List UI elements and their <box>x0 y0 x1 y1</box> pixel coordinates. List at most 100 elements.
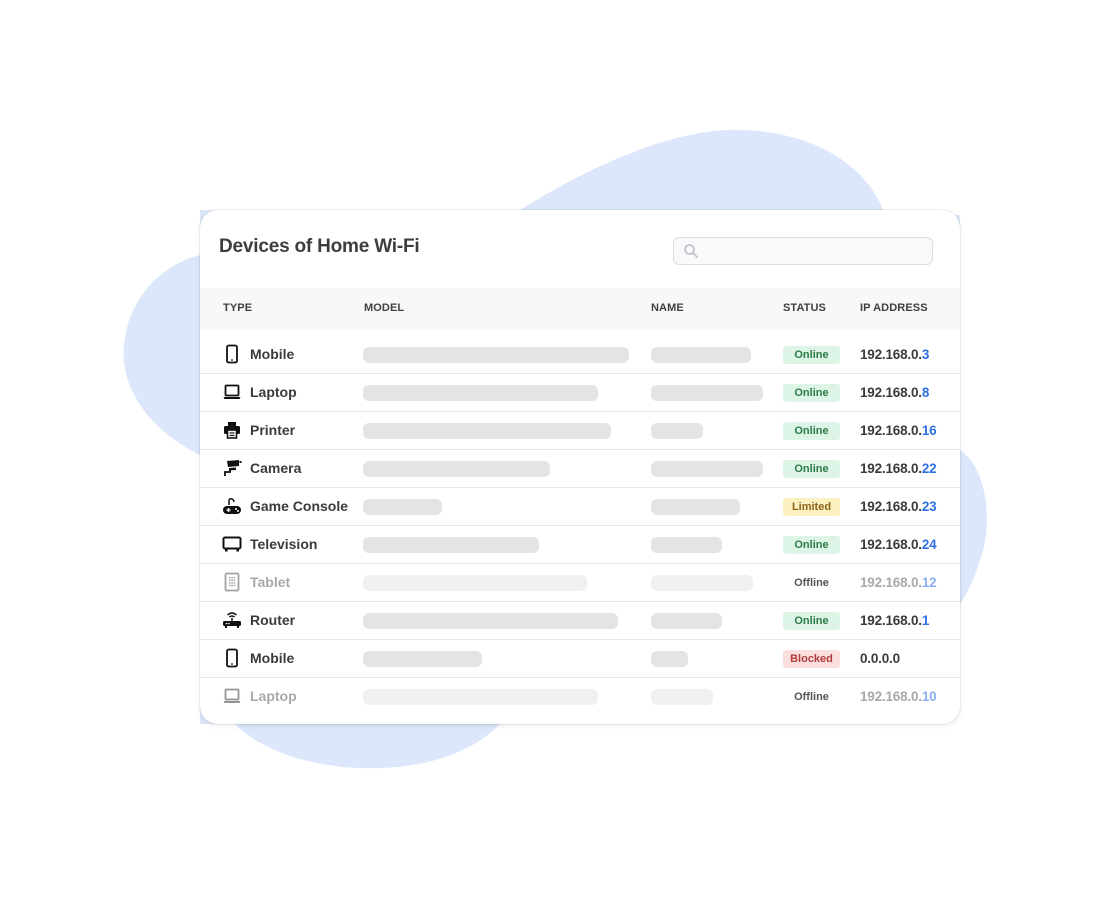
ip-prefix: 192.168.0. <box>860 613 922 628</box>
name-placeholder <box>651 385 763 401</box>
search-input[interactable] <box>673 237 933 265</box>
mobile-icon <box>226 648 238 668</box>
status-badge: Limited <box>783 498 840 516</box>
model-placeholder <box>363 537 539 553</box>
laptop-icon <box>223 688 241 703</box>
ip-suffix: 16 <box>921 423 937 438</box>
table-row[interactable]: Television Online 192.168.0.24 <box>200 526 960 564</box>
device-type: Television <box>250 536 318 552</box>
status-badge: Online <box>783 460 840 478</box>
device-type: Game Console <box>250 498 349 514</box>
table-row[interactable]: Router Online 192.168.0.1 <box>200 602 960 640</box>
table-header: TYPE MODEL NAME STATUS IP ADDRESS <box>200 288 960 330</box>
device-type: Mobile <box>250 346 295 362</box>
laptop-icon <box>223 384 241 399</box>
ip-prefix: 192.168.0. <box>860 461 922 476</box>
model-placeholder <box>363 461 550 477</box>
table-row[interactable]: Mobile Online 192.168.0.3 <box>200 336 960 374</box>
name-placeholder <box>651 575 753 591</box>
status-badge: Online <box>783 612 840 630</box>
table-row[interactable]: Printer Online 192.168.0.16 <box>200 412 960 450</box>
name-placeholder <box>651 423 703 439</box>
table-row[interactable]: Game Console Limited 192.168.0.23 <box>200 488 960 526</box>
column-header-name[interactable]: NAME <box>651 302 684 314</box>
page-title: Devices of Home Wi-Fi <box>219 236 420 257</box>
device-type: Tablet <box>250 574 291 590</box>
device-type: Printer <box>250 422 296 438</box>
model-placeholder <box>363 613 618 629</box>
ip-suffix: 23 <box>921 499 937 514</box>
ip-address: 192.168.0.24 <box>860 537 937 552</box>
ip-address: 192.168.0.3 <box>860 347 929 362</box>
ip-prefix: 192.168.0. <box>860 537 922 552</box>
model-placeholder <box>363 499 442 515</box>
device-type: Camera <box>250 460 302 476</box>
ip-suffix: 12 <box>921 575 937 590</box>
devices-card: Devices of Home Wi-Fi TYPE MODEL NAME ST… <box>200 210 960 724</box>
device-type: Laptop <box>250 688 297 704</box>
game-console-icon <box>223 498 241 514</box>
device-type: Laptop <box>250 384 297 400</box>
ip-suffix: 10 <box>921 689 937 704</box>
ip-suffix: 22 <box>921 461 937 476</box>
status-badge: Online <box>783 346 840 364</box>
ip-prefix: 192.168.0. <box>860 575 922 590</box>
name-placeholder <box>651 613 722 629</box>
printer-icon <box>224 422 240 439</box>
table-row[interactable]: Mobile Blocked 0.0.0.0 <box>200 640 960 678</box>
name-placeholder <box>651 651 688 667</box>
camera-icon <box>224 460 242 476</box>
status-badge: Online <box>783 422 840 440</box>
ip-address: 192.168.0.10 <box>860 689 937 704</box>
model-placeholder <box>363 689 598 705</box>
television-icon <box>222 536 242 552</box>
tablet-icon <box>224 572 240 592</box>
ip-prefix: 0.0.0.0 <box>860 651 900 666</box>
device-type: Router <box>250 612 296 628</box>
model-placeholder <box>363 385 598 401</box>
ip-suffix: 24 <box>921 537 937 552</box>
name-placeholder <box>651 499 740 515</box>
name-placeholder <box>651 537 722 553</box>
model-placeholder <box>363 651 482 667</box>
status-badge: Online <box>783 536 840 554</box>
ip-prefix: 192.168.0. <box>860 499 922 514</box>
table-row[interactable]: Camera Online 192.168.0.22 <box>200 450 960 488</box>
ip-address: 0.0.0.0 <box>860 651 900 666</box>
table-row[interactable]: Laptop Online 192.168.0.8 <box>200 374 960 412</box>
table-row[interactable]: Laptop Offline 192.168.0.10 <box>200 678 960 715</box>
ip-suffix: 8 <box>921 385 930 400</box>
ip-address: 192.168.0.23 <box>860 499 937 514</box>
status-badge: Offline <box>794 577 829 589</box>
table-row[interactable]: Tablet Offline 192.168.0.12 <box>200 564 960 602</box>
router-icon <box>223 612 241 628</box>
ip-prefix: 192.168.0. <box>860 347 922 362</box>
model-placeholder <box>363 575 587 591</box>
model-placeholder <box>363 423 611 439</box>
ip-address: 192.168.0.12 <box>860 575 937 590</box>
ip-prefix: 192.168.0. <box>860 423 922 438</box>
ip-address: 192.168.0.8 <box>860 385 929 400</box>
name-placeholder <box>651 461 763 477</box>
column-header-model[interactable]: MODEL <box>364 302 404 314</box>
ip-address: 192.168.0.1 <box>860 613 929 628</box>
search-icon <box>684 244 698 258</box>
status-badge: Blocked <box>783 650 840 668</box>
column-header-status[interactable]: STATUS <box>783 302 826 314</box>
name-placeholder <box>651 689 713 705</box>
ip-suffix: 3 <box>921 347 930 362</box>
ip-address: 192.168.0.22 <box>860 461 937 476</box>
column-header-type[interactable]: TYPE <box>223 302 252 314</box>
ip-prefix: 192.168.0. <box>860 689 922 704</box>
ip-address: 192.168.0.16 <box>860 423 937 438</box>
ip-prefix: 192.168.0. <box>860 385 922 400</box>
device-type: Mobile <box>250 650 295 666</box>
column-header-ip-address[interactable]: IP ADDRESS <box>860 302 928 314</box>
ip-suffix: 1 <box>921 613 930 628</box>
status-badge: Online <box>783 384 840 402</box>
model-placeholder <box>363 347 629 363</box>
name-placeholder <box>651 347 751 363</box>
status-badge: Offline <box>794 691 829 703</box>
mobile-icon <box>226 344 238 364</box>
device-list: Mobile Online 192.168.0.3 Laptop Online 192.1… <box>200 336 960 715</box>
